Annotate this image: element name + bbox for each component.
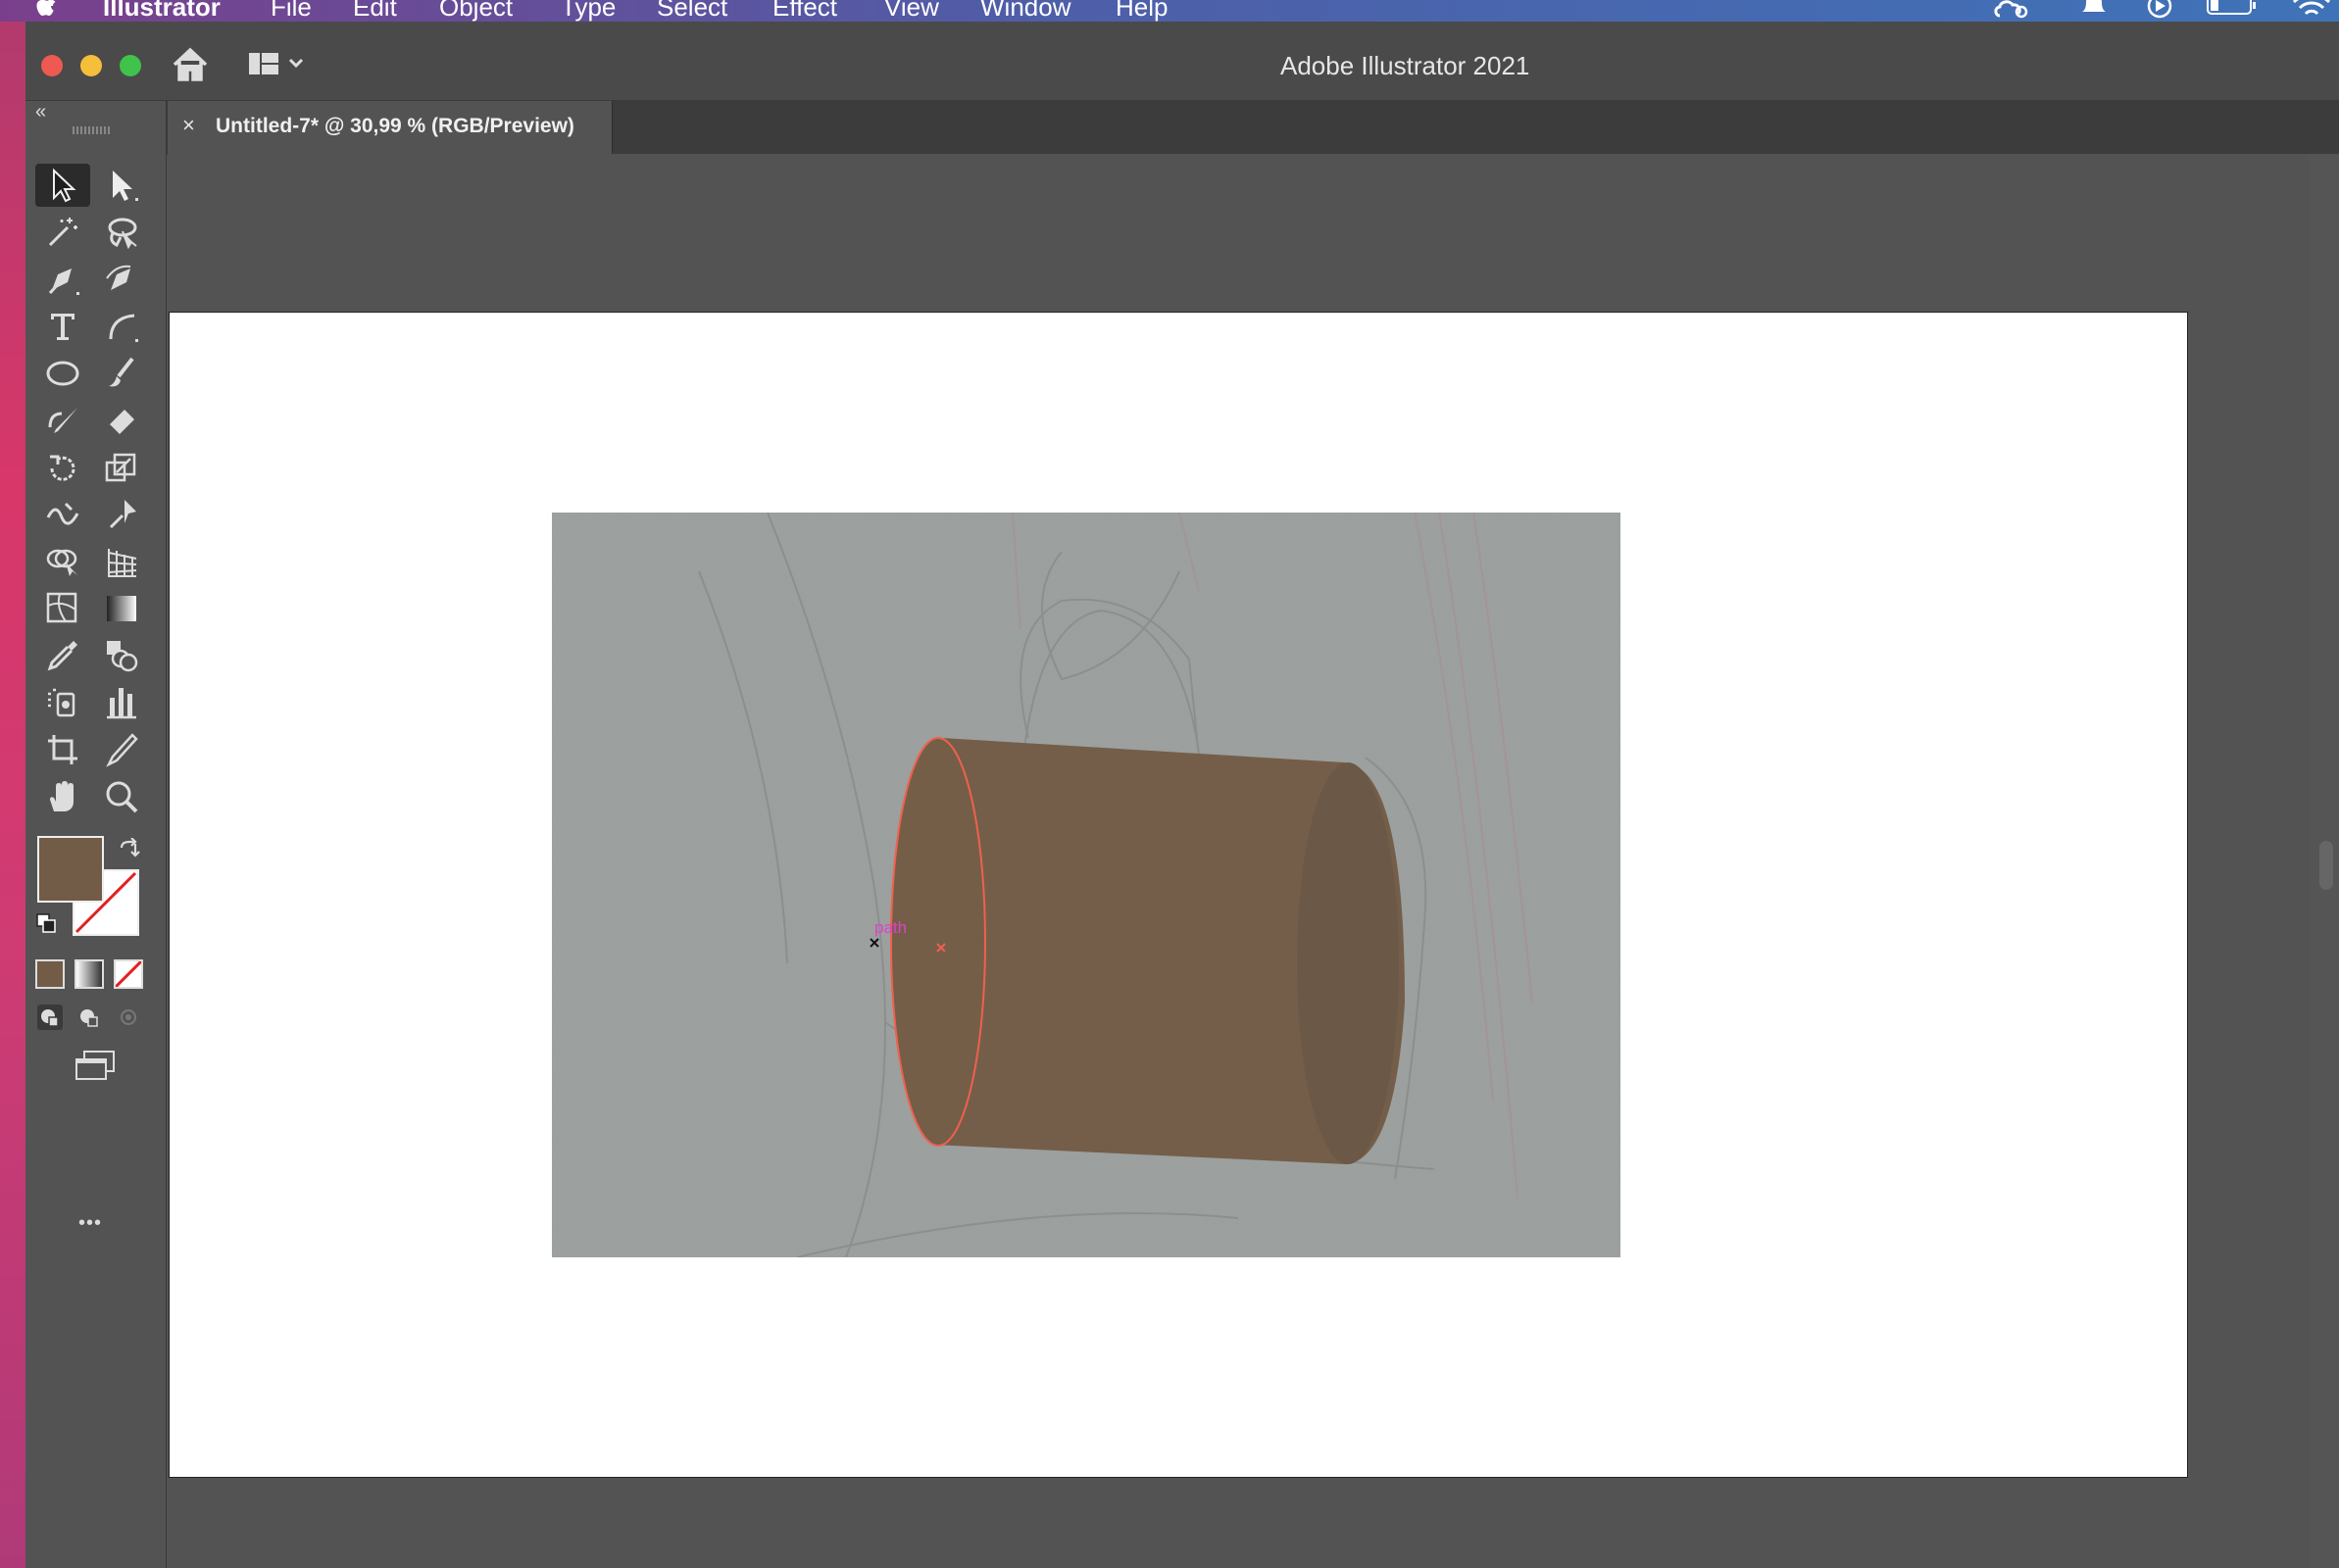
menu-effect[interactable]: Effect [772,0,837,22]
creative-cloud-icon[interactable] [1992,0,2035,22]
eraser-tool-icon[interactable] [94,399,149,442]
draw-behind-icon[interactable] [75,1003,104,1032]
document-tab-label: Untitled-7* @ 30,99 % (RGB/Preview) [216,115,574,137]
rotate-tool-icon[interactable] [35,446,90,489]
maximize-window-button[interactable] [120,55,141,76]
draw-inside-icon[interactable] [114,1003,143,1032]
close-tab-icon[interactable]: × [182,113,195,138]
menu-view[interactable]: View [884,0,939,22]
width-tool-icon[interactable] [35,493,90,536]
magic-wand-tool-icon[interactable] [35,211,90,254]
document-tab[interactable]: × Untitled-7* @ 30,99 % (RGB/Preview) [167,101,613,154]
shaper-tool-icon[interactable] [35,399,90,442]
collapse-panel-icon[interactable]: « [35,101,46,123]
slice-tool-icon[interactable] [94,728,149,771]
zoom-tool-icon[interactable] [94,775,149,818]
curvature-tool-icon[interactable] [94,258,149,301]
menu-type[interactable]: Type [561,0,616,22]
type-tool-icon[interactable] [35,305,90,348]
minimize-window-button[interactable] [80,55,102,76]
pen-tool-icon[interactable] [35,258,90,301]
puppet-warp-tool-icon[interactable] [94,493,149,536]
home-icon[interactable] [171,45,210,84]
close-window-button[interactable] [41,55,63,76]
notification-bell-icon[interactable] [2076,0,2112,22]
macos-menu-bar: Illustrator File Edit Object Type Select… [0,0,2339,22]
menu-window[interactable]: Window [980,0,1070,22]
selection-tool-icon[interactable] [35,164,90,207]
hand-tool-icon[interactable] [35,775,90,818]
perspective-grid-tool-icon[interactable] [94,540,149,583]
scrollbar-thumb[interactable] [2319,841,2333,890]
wifi-icon[interactable] [2290,0,2333,22]
menu-help[interactable]: Help [1116,0,1168,22]
screen-mode-icon[interactable] [73,1050,118,1083]
scale-tool-icon[interactable] [94,446,149,489]
lasso-tool-icon[interactable] [94,211,149,254]
play-icon[interactable] [2143,0,2176,22]
window-title-bar: Adobe Illustrator 2021 [25,22,2339,101]
column-graph-tool-icon[interactable] [94,681,149,724]
gradient-mode-button[interactable] [75,959,104,989]
shape-builder-tool-icon[interactable] [35,540,90,583]
document-tab-bar: × Untitled-7* @ 30,99 % (RGB/Preview) [167,101,2339,154]
desktop-wallpaper-strip [0,22,25,1568]
ellipse-tool-icon[interactable] [35,352,90,395]
more-tools-icon[interactable]: ••• [78,1212,102,1235]
menu-file[interactable]: File [271,0,312,22]
paintbrush-tool-icon[interactable] [94,352,149,395]
draw-normal-icon[interactable] [35,1003,65,1032]
artboard-tool-icon[interactable] [35,728,90,771]
mesh-tool-icon[interactable] [35,587,90,630]
menu-select[interactable]: Select [657,0,727,22]
battery-icon[interactable] [2206,0,2259,22]
apple-icon[interactable] [33,0,59,20]
canvas-area[interactable]: path [167,155,2339,1568]
menu-edit[interactable]: Edit [353,0,397,22]
swap-fill-stroke-icon[interactable] [118,838,141,861]
symbol-sprayer-tool-icon[interactable] [35,681,90,724]
tools-panel: « ••• [25,101,168,1568]
menu-app-name[interactable]: Illustrator [103,0,221,22]
default-fill-stroke-icon[interactable] [35,912,59,936]
window-title: Adobe Illustrator 2021 [1280,51,1530,80]
eyedropper-tool-icon[interactable] [35,634,90,677]
arc-tool-icon[interactable] [94,305,149,348]
color-mode-button[interactable] [35,959,65,989]
placed-sketch-image[interactable] [552,513,1620,1257]
workspace-switcher-icon[interactable] [247,49,310,80]
gradient-tool-icon[interactable] [94,587,149,630]
panel-grip[interactable] [73,126,112,134]
vertical-scrollbar[interactable] [2310,155,2339,1568]
direct-selection-tool-icon[interactable] [94,164,149,207]
menu-object[interactable]: Object [439,0,513,22]
blend-tool-icon[interactable] [94,634,149,677]
path-hover-label: path [874,918,908,937]
fill-color-swatch-front[interactable] [37,836,104,903]
none-mode-button[interactable] [114,959,143,989]
